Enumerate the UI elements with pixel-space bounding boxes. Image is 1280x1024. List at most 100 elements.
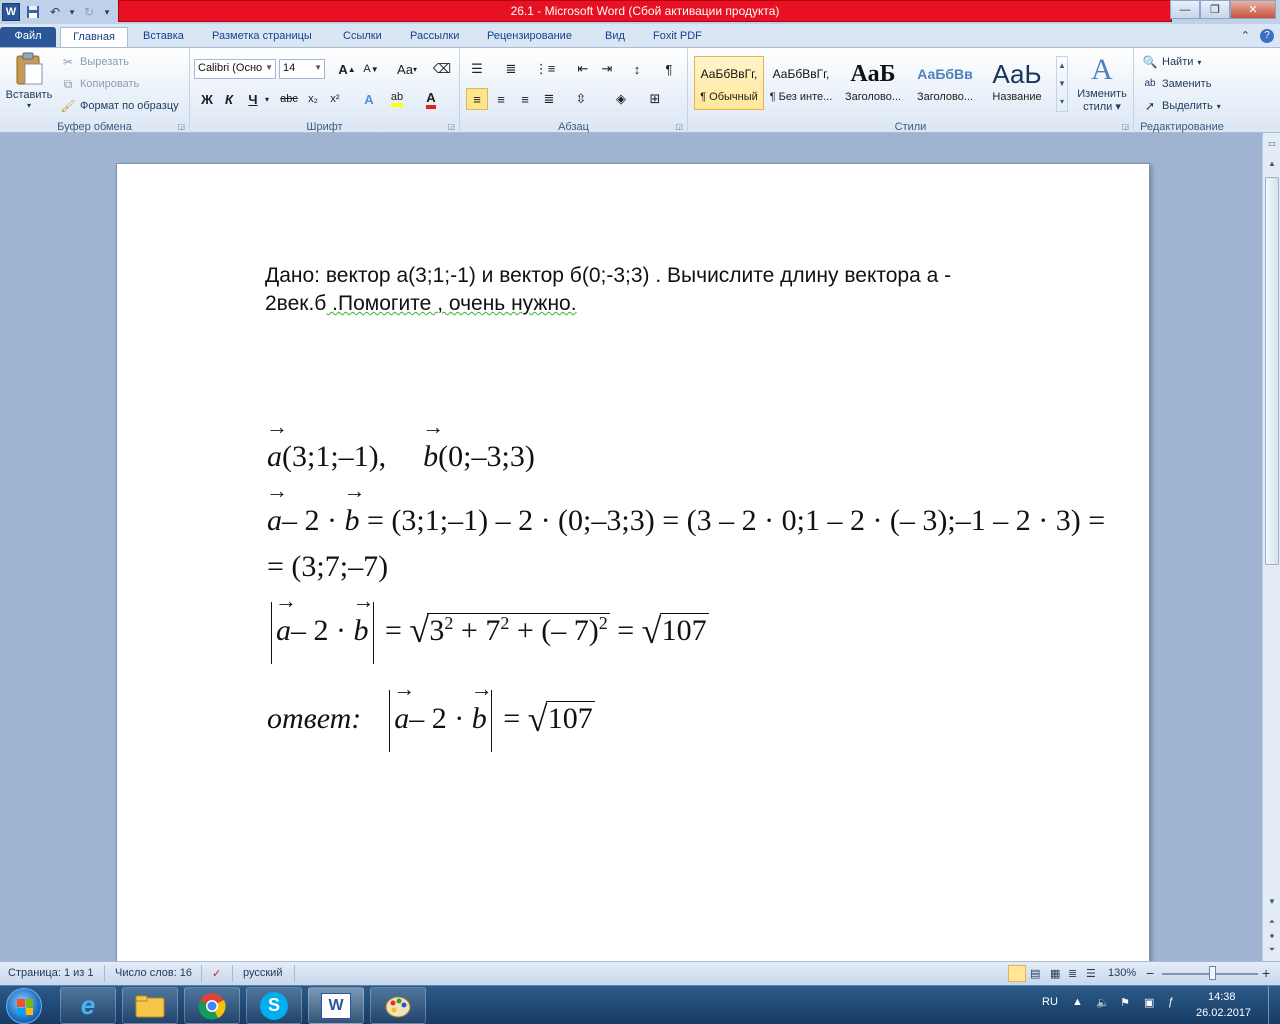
font-color-icon[interactable]: A (420, 88, 442, 110)
underline-button[interactable]: Ч (242, 88, 264, 110)
taskbar-explorer[interactable] (122, 987, 178, 1024)
justify-icon[interactable]: ≣ (538, 88, 560, 110)
change-case-button[interactable]: Aa ▾ (392, 58, 422, 80)
grow-font-button[interactable]: A ▲ (336, 58, 358, 80)
spellcheck-icon[interactable]: ✓ (212, 967, 221, 980)
taskbar-ie[interactable]: e (60, 987, 116, 1024)
font-size-combo[interactable]: 14 ▼ (279, 59, 325, 79)
font-launcher-icon[interactable]: ◲ (447, 122, 455, 131)
multilevel-list-icon[interactable]: ⋮≡ (534, 58, 556, 80)
shrink-font-button[interactable]: A ▼ (360, 58, 382, 80)
browse-object-icon[interactable]: ● (1265, 929, 1279, 943)
scroll-down-icon[interactable]: ▼ (1265, 895, 1279, 909)
style-normal[interactable]: АаБбВвГг, ¶ Обычный (694, 56, 764, 110)
styles-launcher-icon[interactable]: ◲ (1121, 122, 1129, 131)
zoom-slider-thumb[interactable] (1209, 966, 1216, 980)
subscript-button[interactable]: x₂ (302, 88, 324, 110)
change-styles-button[interactable]: A Изменить стили ▾ (1072, 52, 1132, 113)
superscript-button[interactable]: x² (324, 88, 346, 110)
highlight-color-icon[interactable]: ab (386, 88, 408, 110)
zoom-out-button[interactable]: − (1146, 965, 1154, 981)
network-icon[interactable]: ▣ (1144, 996, 1154, 1009)
web-layout-icon[interactable]: ▦ (1050, 967, 1060, 980)
decrease-indent-icon[interactable]: ⇤ (572, 58, 594, 80)
bullets-icon[interactable]: ☰ (466, 58, 488, 80)
help-icon[interactable]: ? (1260, 29, 1274, 43)
style-heading-2[interactable]: АаБбВв Заголово... (910, 56, 980, 110)
minimize-button[interactable]: — (1170, 0, 1200, 19)
tab-file[interactable]: Файл (0, 27, 56, 47)
bold-button[interactable]: Ж (196, 88, 218, 110)
tab-page-layout[interactable]: Разметка страницы (212, 27, 312, 47)
restore-button[interactable]: ❐ (1200, 0, 1230, 19)
vertical-scrollbar[interactable]: ▭ ▲ ▼ ⏶ ● ⏷ (1262, 133, 1280, 961)
sort-icon[interactable]: ↕ (626, 58, 648, 80)
outline-view-icon[interactable]: ≣ (1068, 967, 1077, 980)
minimize-ribbon-icon[interactable]: ⌃ (1241, 29, 1250, 43)
tab-review[interactable]: Рецензирование (487, 27, 572, 47)
font-name-combo[interactable]: Calibri (Осно ▼ (194, 59, 276, 79)
ruler-toggle-icon[interactable]: ▭ (1265, 137, 1279, 151)
taskbar-skype[interactable]: S (246, 987, 302, 1024)
select-button[interactable]: ➚ Выделить ▾ (1142, 98, 1221, 114)
taskbar-chrome[interactable] (184, 987, 240, 1024)
align-right-icon[interactable]: ≡ (514, 88, 536, 110)
action-center-icon[interactable]: ⚑ (1120, 996, 1130, 1009)
document-page[interactable]: Дано: вектор а(3;1;-1) и вектор б(0;-3;3… (116, 163, 1150, 961)
tab-insert[interactable]: Вставка (143, 27, 184, 47)
format-painter-button[interactable]: 🖌 Формат по образцу (60, 98, 178, 114)
undo-dropdown-icon[interactable]: ▾ (68, 3, 76, 21)
tray-date[interactable]: 26.02.2017 (1196, 1007, 1251, 1019)
tab-home[interactable]: Главная (60, 27, 128, 47)
save-icon[interactable] (24, 3, 42, 21)
show-formatting-icon[interactable]: ¶ (658, 58, 680, 80)
close-button[interactable]: ✕ (1230, 0, 1276, 19)
strikethrough-button[interactable]: abc (278, 88, 300, 110)
increase-indent-icon[interactable]: ⇥ (596, 58, 618, 80)
clear-formatting-icon[interactable]: ⌫ (431, 58, 453, 80)
cut-button[interactable]: ✂ Вырезать (60, 54, 129, 70)
text-effects-icon[interactable]: A (358, 88, 380, 110)
taskbar-paint[interactable] (370, 987, 426, 1024)
italic-button[interactable]: К (218, 88, 240, 110)
flash-icon[interactable]: ƒ (1168, 996, 1174, 1008)
replace-button[interactable]: ab Заменить (1142, 76, 1211, 92)
style-title[interactable]: АаЬ Название (982, 56, 1052, 110)
paste-button[interactable]: Вставить ▾ (4, 52, 54, 114)
status-word-count[interactable]: Число слов: 16 (115, 967, 192, 979)
undo-icon[interactable]: ↶ (46, 3, 64, 21)
style-heading-1[interactable]: АаБ Заголово... (838, 56, 908, 110)
previous-page-icon[interactable]: ⏶ (1265, 915, 1279, 929)
redo-icon[interactable]: ↻ (80, 3, 98, 21)
zoom-level[interactable]: 130% (1108, 967, 1136, 979)
tab-view[interactable]: Вид (605, 27, 625, 47)
full-screen-reading-icon[interactable]: ▤ (1030, 967, 1040, 980)
start-button[interactable] (6, 988, 42, 1024)
tab-foxit-pdf[interactable]: Foxit PDF (653, 27, 702, 47)
tray-time[interactable]: 14:38 (1208, 991, 1236, 1003)
tray-language[interactable]: RU (1042, 996, 1058, 1008)
print-layout-view-icon[interactable] (1008, 965, 1026, 982)
status-page[interactable]: Страница: 1 из 1 (8, 967, 94, 979)
borders-icon[interactable]: ⊞ (644, 88, 666, 110)
draft-view-icon[interactable]: ☰ (1086, 967, 1096, 980)
show-desktop-button[interactable] (1268, 986, 1280, 1024)
status-language[interactable]: русский (243, 967, 282, 979)
shading-icon[interactable]: ◈ (610, 88, 632, 110)
numbering-icon[interactable]: ≣ (500, 58, 522, 80)
next-page-icon[interactable]: ⏷ (1265, 943, 1279, 957)
tray-show-hidden-icon[interactable]: ▲ (1072, 996, 1083, 1008)
align-center-icon[interactable]: ≡ (490, 88, 512, 110)
zoom-in-button[interactable]: + (1262, 965, 1270, 981)
paragraph-launcher-icon[interactable]: ◲ (675, 122, 683, 131)
tab-mailings[interactable]: Рассылки (410, 27, 459, 47)
line-spacing-icon[interactable]: ⇳ (570, 88, 592, 110)
underline-dropdown-icon[interactable]: ▾ (262, 88, 272, 110)
word-logo-icon[interactable]: W (2, 3, 20, 21)
taskbar-word[interactable]: W (308, 987, 364, 1024)
style-no-spacing[interactable]: АаБбВвГг, ¶ Без инте... (766, 56, 836, 110)
customize-qat-icon[interactable]: ▾ (102, 3, 112, 21)
find-button[interactable]: 🔍 Найти ▾ (1142, 54, 1202, 70)
scroll-up-icon[interactable]: ▲ (1265, 157, 1279, 171)
volume-icon[interactable]: 🔈 (1096, 996, 1110, 1009)
